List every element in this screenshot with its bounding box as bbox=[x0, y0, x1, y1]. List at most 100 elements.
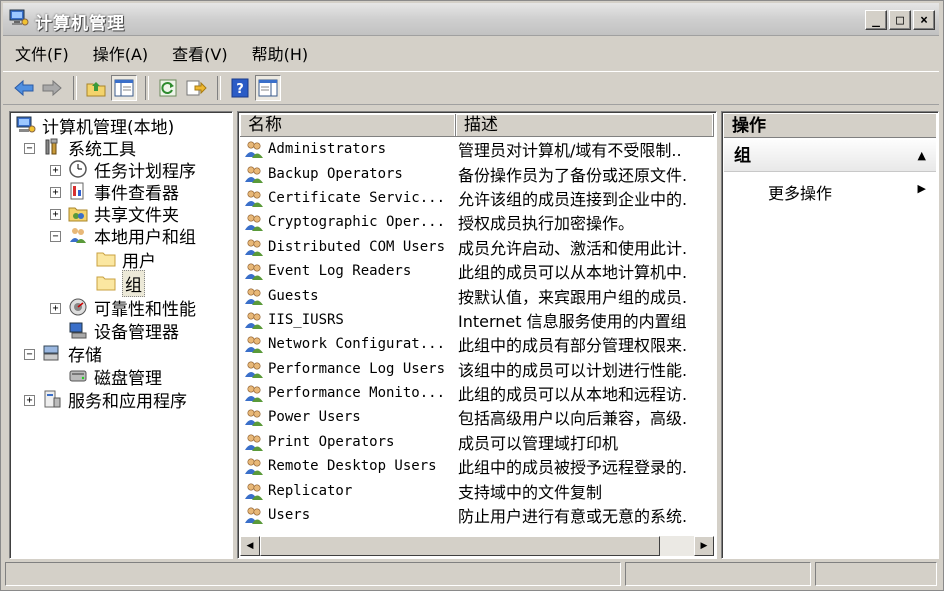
tree-item-task-scheduler[interactable]: 任务计划程序 bbox=[68, 158, 196, 182]
tree-item-disk-management[interactable]: 磁盘管理 bbox=[68, 365, 162, 389]
export-list-button[interactable] bbox=[183, 75, 209, 101]
refresh-button[interactable] bbox=[155, 75, 181, 101]
group-name: Power Users bbox=[268, 409, 361, 426]
more-actions-item[interactable]: 更多操作 bbox=[768, 180, 832, 204]
table-row[interactable]: Performance Log Users 该组中的成员可以计划进行性能. bbox=[240, 357, 714, 381]
expand-task-scheduler[interactable]: + bbox=[50, 165, 61, 176]
scroll-left-button[interactable]: ◀ bbox=[240, 536, 260, 556]
tree-item-storage[interactable]: 存储 bbox=[42, 342, 102, 366]
title-bar[interactable]: 计算机管理 _ □ × bbox=[3, 3, 939, 36]
tree-item-users[interactable]: 用户 bbox=[96, 248, 156, 272]
group-name-cell: Power Users bbox=[240, 407, 456, 427]
tree-item-event-viewer[interactable]: 事件查看器 bbox=[68, 180, 179, 204]
group-name-cell: Administrators bbox=[240, 139, 456, 159]
users-icon bbox=[70, 228, 86, 243]
table-row[interactable]: IIS_IUSRS Internet 信息服务使用的内置组 bbox=[240, 308, 714, 332]
table-row[interactable]: Remote Desktop Users 此组中的成员被授予远程登录的. bbox=[240, 454, 714, 478]
scroll-track[interactable] bbox=[660, 536, 694, 556]
back-button[interactable] bbox=[11, 75, 37, 101]
group-name: Distributed COM Users bbox=[268, 238, 446, 255]
table-row[interactable]: Administrators 管理员对计算机/域有不受限制.. bbox=[240, 137, 714, 161]
table-row[interactable]: Guests 按默认值，来宾跟用户组的成员. bbox=[240, 283, 714, 307]
group-icon bbox=[245, 409, 263, 427]
group-name-cell: Event Log Readers bbox=[240, 261, 456, 281]
clock-icon bbox=[69, 160, 87, 178]
group-name-cell: Replicator bbox=[240, 481, 456, 501]
status-cell-main bbox=[5, 562, 621, 586]
tree-item-root[interactable]: 计算机管理(本地) bbox=[16, 114, 174, 138]
tree-item-local-users-groups[interactable]: 本地用户和组 bbox=[68, 224, 196, 248]
expand-event-viewer[interactable]: + bbox=[50, 187, 61, 198]
menu-bar: 文件(F) 操作(A) 查看(V) 帮助(H) bbox=[3, 37, 939, 69]
show-hide-tree-button[interactable] bbox=[111, 75, 137, 101]
minimize-button[interactable]: _ bbox=[865, 10, 887, 30]
table-row[interactable]: Performance Monito... 此组的成员可以从本地和远程访. bbox=[240, 381, 714, 405]
group-icon bbox=[245, 312, 263, 329]
table-row[interactable]: Distributed COM Users 成员允许启动、激活和使用此计. bbox=[240, 235, 714, 259]
more-actions-label: 更多操作 bbox=[768, 184, 833, 203]
collapse-storage[interactable]: − bbox=[24, 349, 35, 360]
actions-pane: 操作 组 ▲ 更多操作 ▶ bbox=[721, 111, 939, 559]
tree-item-system-tools[interactable]: 系统工具 bbox=[42, 136, 136, 160]
table-row[interactable]: Certificate Servic... 允许该组的成员连接到企业中的. bbox=[240, 186, 714, 210]
group-icon bbox=[245, 483, 263, 500]
table-row[interactable]: Users 防止用户进行有意或无意的系统. bbox=[240, 503, 714, 527]
expand-shared-folders[interactable]: + bbox=[50, 209, 61, 220]
table-row[interactable]: Print Operators 成员可以管理域打印机 bbox=[240, 430, 714, 454]
tree-item-reliability[interactable]: 可靠性和性能 bbox=[68, 296, 196, 320]
tree-item-shared-folders[interactable]: 共享文件夹 bbox=[68, 202, 179, 226]
tree-item-device-manager[interactable]: 设备管理器 bbox=[68, 319, 179, 343]
group-icon bbox=[245, 239, 263, 256]
menu-view[interactable]: 查看(V) bbox=[160, 41, 239, 65]
table-row[interactable]: Network Configurat... 此组中的成员有部分管理权限来. bbox=[240, 332, 714, 356]
maximize-button[interactable]: □ bbox=[889, 10, 911, 30]
help-button[interactable]: ? bbox=[227, 75, 253, 101]
group-name: Cryptographic Oper... bbox=[268, 214, 446, 231]
event-viewer-icon bbox=[70, 182, 84, 200]
table-row[interactable]: Event Log Readers 此组的成员可以从本地计算机中. bbox=[240, 259, 714, 283]
scroll-right-button[interactable]: ▶ bbox=[694, 536, 714, 556]
expand-reliability[interactable]: + bbox=[50, 303, 61, 314]
table-row[interactable]: Replicator 支持域中的文件复制 bbox=[240, 478, 714, 502]
table-row[interactable]: Cryptographic Oper... 授权成员执行加密操作。 bbox=[240, 210, 714, 234]
table-row[interactable]: Power Users 包括高级用户以向后兼容，高级. bbox=[240, 405, 714, 429]
group-icon bbox=[245, 166, 263, 183]
group-icon bbox=[245, 507, 263, 525]
menu-file[interactable]: 文件(F) bbox=[3, 41, 81, 65]
up-level-button[interactable] bbox=[83, 75, 109, 101]
group-icon bbox=[245, 336, 263, 354]
group-name: Remote Desktop Users bbox=[268, 458, 437, 475]
tree-item-groups[interactable]: 组 bbox=[96, 269, 145, 297]
group-name-cell: Cryptographic Oper... bbox=[240, 212, 456, 232]
group-icon bbox=[245, 385, 263, 403]
group-name: Guests bbox=[268, 287, 319, 304]
table-row[interactable]: Backup Operators 备份操作员为了备份或还原文件. bbox=[240, 161, 714, 185]
collapse-local-users-groups[interactable]: − bbox=[50, 231, 61, 242]
toolbar: ? bbox=[3, 71, 939, 105]
menu-action[interactable]: 操作(A) bbox=[81, 41, 160, 65]
actions-title: 操作 bbox=[724, 114, 936, 138]
up-folder-icon bbox=[86, 82, 106, 97]
column-header-description[interactable]: 描述 bbox=[456, 114, 714, 136]
toolbar-separator bbox=[217, 76, 221, 100]
close-button[interactable]: × bbox=[913, 10, 935, 30]
menu-help[interactable]: 帮助(H) bbox=[240, 41, 321, 65]
column-header-name[interactable]: 名称 bbox=[240, 114, 456, 136]
group-name: Print Operators bbox=[268, 433, 395, 450]
collapse-system-tools[interactable]: − bbox=[24, 143, 35, 154]
scroll-thumb[interactable] bbox=[260, 536, 660, 556]
forward-button[interactable] bbox=[39, 75, 65, 101]
group-name-cell: Network Configurat... bbox=[240, 334, 456, 354]
group-name-cell: IIS_IUSRS bbox=[240, 310, 456, 330]
group-icon bbox=[245, 434, 263, 451]
tree-item-services-apps[interactable]: 服务和应用程序 bbox=[42, 388, 187, 412]
horizontal-scrollbar[interactable]: ◀ ▶ bbox=[240, 536, 714, 556]
expand-services-apps[interactable]: + bbox=[24, 395, 35, 406]
actions-group-header[interactable]: 组 ▲ bbox=[724, 140, 936, 172]
group-name-cell: Backup Operators bbox=[240, 164, 456, 184]
collapse-arrow-icon[interactable]: ▲ bbox=[918, 140, 926, 172]
tree-label-disk-management: 磁盘管理 bbox=[94, 368, 162, 389]
properties-button[interactable] bbox=[255, 75, 281, 101]
status-cell-right bbox=[815, 562, 937, 586]
folder-icon bbox=[96, 276, 116, 291]
